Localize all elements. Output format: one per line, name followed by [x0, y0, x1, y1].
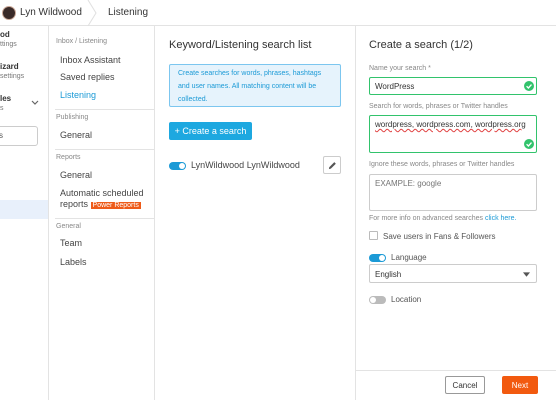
breadcrumb-separator-icon	[87, 0, 97, 26]
search-name-value: WordPress	[375, 82, 415, 91]
name-label: Name your search *	[369, 65, 431, 72]
sub-nav-item-inbox-assistant[interactable]: Inbox Assistant	[60, 55, 121, 66]
language-label: Language	[391, 253, 427, 262]
location-toggle[interactable]	[369, 296, 386, 304]
advanced-info: For more info on advanced searches click…	[369, 215, 516, 222]
search-words-value: wordpress, wordpress.com, wordpress.org	[375, 120, 526, 129]
save-users-checkbox[interactable]	[369, 231, 378, 240]
info-line-1: Create searches for words, phrases, hash…	[178, 70, 322, 77]
section-publishing: Publishing	[56, 114, 89, 121]
create-search-panel: Create a search (1/2) Name your search *…	[356, 26, 556, 400]
avatar[interactable]	[2, 6, 16, 20]
search-words-input[interactable]: wordpress, wordpress.com, wordpress.org	[369, 115, 537, 153]
pencil-icon	[328, 162, 336, 170]
chevron-down-icon[interactable]	[31, 100, 39, 106]
left-nav-item-2-sub: settings	[0, 73, 25, 80]
divider	[55, 149, 155, 150]
search-item-label[interactable]: LynWildwood LynWildwood	[191, 160, 300, 170]
left-nav-item-3-sub: s	[0, 105, 4, 112]
advanced-info-text: For more info on advanced searches	[369, 215, 484, 222]
chevron-down-icon	[523, 272, 530, 277]
left-nav-item-1[interactable]: od	[0, 30, 10, 39]
info-box: Create searches for words, phrases, hash…	[169, 64, 341, 107]
left-nav: od ttings izard settings les s s	[0, 26, 49, 400]
search-item-toggle[interactable]	[169, 162, 186, 170]
ignore-label: Ignore these words, phrases or Twitter h…	[369, 161, 515, 168]
divider	[55, 218, 155, 219]
advanced-info-link[interactable]: click here.	[485, 215, 517, 222]
sub-nav-item-team[interactable]: Team	[60, 238, 82, 249]
sub-nav: Inbox / Listening Inbox Assistant Saved …	[49, 26, 155, 400]
section-inbox-listening: Inbox / Listening	[56, 38, 107, 45]
words-label: Search for words, phrases or Twitter han…	[369, 103, 508, 110]
user-name[interactable]: Lyn Wildwood	[20, 7, 82, 18]
cancel-button[interactable]: Cancel	[445, 376, 485, 394]
check-icon	[524, 139, 534, 149]
toggle-knob	[379, 255, 385, 261]
reports-label: reports	[60, 199, 89, 209]
top-bar: Lyn Wildwood Listening	[0, 0, 556, 26]
toggle-knob	[179, 163, 185, 169]
left-nav-search-input[interactable]: s	[0, 126, 38, 146]
sub-nav-item-reports-general[interactable]: General	[60, 170, 92, 181]
left-nav-item-1-sub: ttings	[0, 41, 17, 48]
save-users-label: Save users in Fans & Followers	[383, 232, 496, 241]
search-list-panel: Keyword/Listening search list Create sea…	[155, 26, 356, 400]
create-search-title: Create a search (1/2)	[369, 39, 473, 51]
sub-nav-item-saved-replies[interactable]: Saved replies	[60, 72, 115, 83]
language-select[interactable]: English	[369, 264, 537, 283]
sub-nav-item-listening[interactable]: Listening	[60, 90, 96, 101]
language-toggle[interactable]	[369, 254, 386, 262]
ignore-words-input[interactable]	[369, 174, 537, 211]
create-search-button[interactable]: + Create a search	[169, 122, 252, 140]
info-line-2: and user names. All matching content wil…	[178, 83, 317, 90]
info-line-3: collected.	[178, 96, 208, 103]
check-icon	[524, 81, 534, 91]
page-title: Listening	[108, 7, 149, 18]
search-name-input[interactable]: WordPress	[369, 77, 537, 95]
left-nav-item-3[interactable]: les	[0, 94, 11, 103]
language-value: English	[375, 270, 402, 279]
edit-search-button[interactable]	[323, 156, 341, 174]
left-nav-item-2[interactable]: izard	[0, 62, 19, 71]
location-label: Location	[391, 295, 422, 304]
section-reports: Reports	[56, 154, 81, 161]
sub-nav-item-labels[interactable]: Labels	[60, 257, 87, 268]
toggle-knob	[370, 297, 376, 303]
divider	[55, 109, 155, 110]
section-general: General	[56, 223, 81, 230]
sub-nav-item-automatic-scheduled[interactable]: Automatic scheduled	[60, 188, 144, 199]
search-list-title: Keyword/Listening search list	[169, 39, 312, 51]
power-reports-badge: Power Reports	[90, 202, 141, 209]
next-button[interactable]: Next	[502, 376, 538, 394]
left-nav-search-text: s	[0, 131, 3, 140]
sub-nav-item-publishing-general[interactable]: General	[60, 130, 92, 141]
left-nav-selected-item[interactable]	[0, 200, 48, 219]
sub-nav-item-reports-line2[interactable]: reports Power Reports	[60, 199, 141, 211]
panel-footer: Cancel Next	[356, 370, 556, 400]
